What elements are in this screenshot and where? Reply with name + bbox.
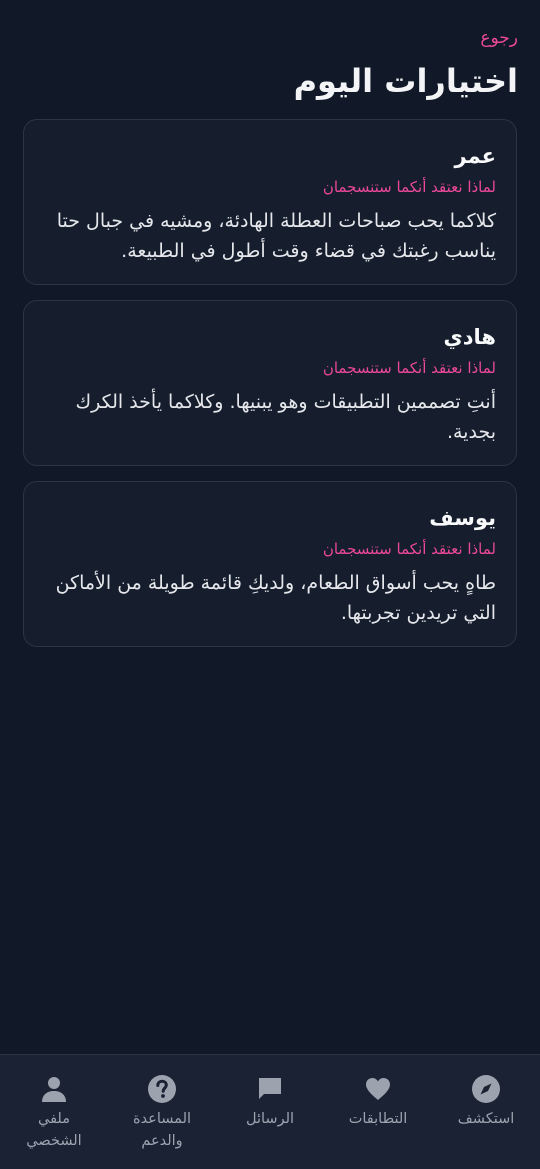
match-name: يوسف (429, 506, 496, 530)
match-reason: طاهٍ يحب أسواق الطعام، ولديكِ قائمة طويل… (55, 572, 496, 624)
nav-item-matches[interactable]: التطابقات (324, 1055, 432, 1169)
nav-label: الرسائل (245, 1111, 295, 1127)
match-name: عمر (454, 144, 497, 168)
match-why-label: لماذا نعتقد أنكما ستنسجمان (322, 178, 496, 196)
back-link[interactable]: رجوع (480, 28, 518, 48)
nav-item-messages[interactable]: الرسائل (216, 1055, 324, 1169)
nav-label: المساعدة والدعم (132, 1111, 192, 1149)
page-title: اختيارات اليوم (293, 62, 518, 100)
match-name: هادي (443, 325, 496, 349)
nav-label: التطابقات (348, 1111, 408, 1127)
bottom-nav: استكشف التطابقات الرسائل المساعدة والدعم (0, 1054, 540, 1169)
nav-item-help[interactable]: المساعدة والدعم (108, 1055, 216, 1169)
nav-label: ملفي الشخصي (26, 1111, 82, 1149)
match-reason: كلاكما يحب صباحات العطلة الهادئة، ومشيه … (56, 210, 496, 262)
chat-bubble-icon (259, 1078, 281, 1099)
nav-item-explore[interactable]: استكشف (432, 1055, 540, 1169)
match-card-omar[interactable]: عمر لماذا نعتقد أنكما ستنسجمان كلاكما يح… (23, 119, 517, 285)
match-card-hadi[interactable]: هادي لماذا نعتقد أنكما ستنسجمان أنتِ تصم… (23, 300, 517, 466)
nav-item-profile[interactable]: ملفي الشخصي (0, 1055, 108, 1169)
match-list: عمر لماذا نعتقد أنكما ستنسجمان كلاكما يح… (23, 119, 517, 647)
match-why-label: لماذا نعتقد أنكما ستنسجمان (322, 359, 496, 377)
match-why-label: لماذا نعتقد أنكما ستنسجمان (322, 540, 496, 558)
nav-label: استكشف (457, 1111, 515, 1127)
page: رجوع اختيارات اليوم عمر لماذا نعتقد أنكم… (0, 0, 540, 1169)
match-card-yousef[interactable]: يوسف لماذا نعتقد أنكما ستنسجمان طاهٍ يحب… (23, 481, 517, 647)
compass-icon (472, 1075, 500, 1103)
user-icon (42, 1077, 66, 1102)
match-reason: أنتِ تصممين التطبيقات وهو يبنيها. وكلاكم… (75, 391, 496, 443)
help-circle-icon (148, 1075, 176, 1103)
heart-icon (366, 1078, 390, 1100)
